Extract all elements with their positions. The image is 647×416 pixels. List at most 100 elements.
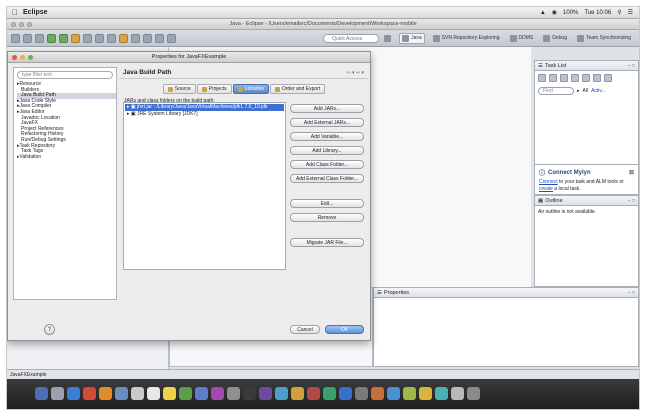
new-java-project-icon[interactable] (83, 33, 92, 43)
view-minimize-maximize-icon[interactable]: – □ (628, 288, 638, 298)
firefox-icon[interactable] (99, 386, 112, 400)
expand-arrow-icon[interactable]: ▸ (577, 88, 580, 94)
minimize-window-icon[interactable] (19, 22, 24, 27)
spotlight-icon[interactable]: ⚲ (617, 9, 621, 16)
vlc-icon[interactable] (371, 386, 384, 400)
preview-icon[interactable] (291, 386, 304, 400)
notifications-icon[interactable]: ☰ (628, 9, 633, 16)
terminal-icon[interactable] (243, 386, 256, 400)
new-class-icon[interactable] (107, 33, 116, 43)
trash-icon[interactable] (467, 386, 480, 400)
type-filter-input[interactable]: type filter text (17, 71, 113, 79)
wifi-icon[interactable]: ◉ (552, 9, 557, 16)
skype-icon[interactable] (339, 386, 352, 400)
calendar-icon[interactable] (147, 386, 160, 400)
dialog-close-icon[interactable] (12, 55, 17, 60)
notes-icon[interactable] (163, 386, 176, 400)
app-menu-eclipse[interactable]: Eclipse (23, 9, 48, 16)
perspective-debug[interactable]: Debug (541, 34, 569, 43)
outline-tab[interactable]: ▦ Outline – □ (535, 196, 638, 206)
android-sdk-icon[interactable] (403, 386, 416, 400)
forward-icon[interactable] (167, 33, 176, 43)
property-page-item[interactable]: ▸Validation (17, 154, 116, 161)
edit-button[interactable]: Edit... (290, 199, 364, 208)
remove-button[interactable]: Remove (290, 213, 364, 222)
itunes-icon[interactable] (211, 386, 224, 400)
perspective-svn[interactable]: SVN Repository Exploring (431, 34, 502, 43)
next-annotation-icon[interactable] (143, 33, 152, 43)
safari-icon[interactable] (67, 386, 80, 400)
ok-button[interactable]: OK (325, 325, 364, 334)
view-minimize-maximize-icon[interactable]: – □ (628, 196, 638, 206)
perspective-ddms[interactable]: DDMS (508, 34, 536, 43)
finder-icon[interactable] (35, 386, 48, 400)
view-minimize-maximize-icon[interactable]: – □ (628, 61, 638, 71)
run-icon[interactable] (59, 33, 68, 43)
dropbox-icon[interactable]: ▲ (540, 10, 546, 16)
new-package-icon[interactable] (95, 33, 104, 43)
tab-projects[interactable]: Projects (196, 84, 232, 94)
apple-icon[interactable]:  (7, 8, 23, 17)
task-filter-all[interactable]: All (583, 88, 589, 94)
add-jars-button[interactable]: Add JARs... (290, 104, 364, 113)
dialog-minimize-icon[interactable] (20, 55, 25, 60)
open-perspective-button[interactable] (382, 34, 393, 43)
photo-booth-icon[interactable] (307, 386, 320, 400)
connect-link[interactable]: Connect (539, 179, 558, 185)
library-item-jre[interactable]: ▸ ▣ JRE System Library [JDK7] (125, 111, 284, 118)
close-icon[interactable]: ⊠ (629, 169, 634, 176)
categorized-icon[interactable] (560, 74, 568, 82)
contacts-icon[interactable] (131, 386, 144, 400)
tab-source[interactable]: Source (162, 84, 196, 94)
link-with-editor-icon[interactable] (604, 74, 612, 82)
xcode-icon[interactable] (275, 386, 288, 400)
new-task-icon[interactable] (538, 74, 546, 82)
add-class-folder-button[interactable]: Add Class Folder... (290, 160, 364, 169)
save-icon[interactable] (23, 33, 32, 43)
system-preferences-icon[interactable] (355, 386, 368, 400)
task-activate-link[interactable]: Activ... (591, 88, 606, 94)
migrate-jar-button[interactable]: Migrate JAR File... (290, 238, 364, 247)
external-tools-icon[interactable] (71, 33, 80, 43)
perspective-team-sync[interactable]: Team Synchronizing (575, 34, 633, 43)
create-local-task-link[interactable]: create (539, 186, 553, 192)
mail-icon[interactable] (115, 386, 128, 400)
tweetdeck-icon[interactable] (435, 386, 448, 400)
zoom-window-icon[interactable] (27, 22, 32, 27)
task-find-input[interactable]: Find (538, 87, 574, 95)
eclipse-dock-icon[interactable] (259, 386, 272, 400)
messages-icon[interactable] (179, 386, 192, 400)
add-external-class-folder-button[interactable]: Add External Class Folder... (290, 174, 364, 183)
tab-order-and-export[interactable]: Order and Export (269, 84, 326, 94)
print-icon[interactable] (35, 33, 44, 43)
hide-completed-icon[interactable] (582, 74, 590, 82)
properties-tab[interactable]: ☰ Properties – □ (374, 288, 638, 298)
search-icon[interactable] (131, 33, 140, 43)
clock[interactable]: Tue 10:06 (584, 10, 611, 16)
cancel-button[interactable]: Cancel (290, 325, 320, 334)
downloads-stack-icon[interactable] (451, 386, 464, 400)
dialog-zoom-icon[interactable] (28, 55, 33, 60)
add-external-jars-button[interactable]: Add External JARs... (290, 118, 364, 127)
chrome-icon[interactable] (83, 386, 96, 400)
evernote-icon[interactable] (323, 386, 336, 400)
add-variable-button[interactable]: Add Variable... (290, 132, 364, 141)
new-icon[interactable] (11, 33, 20, 43)
filezilla-icon[interactable] (419, 386, 432, 400)
launchpad-icon[interactable] (51, 386, 64, 400)
scheduled-icon[interactable] (571, 74, 579, 82)
add-library-button[interactable]: Add Library... (290, 146, 364, 155)
quick-access-input[interactable]: Quick Access (323, 33, 380, 43)
tab-libraries[interactable]: Libraries (232, 84, 269, 94)
perspective-java[interactable]: Java (399, 32, 425, 44)
back-icon[interactable] (155, 33, 164, 43)
battery-percent[interactable]: 100% (563, 10, 578, 16)
dropbox-dock-icon[interactable] (387, 386, 400, 400)
back-forward-nav-icon[interactable]: ⇦ ▾ ⇨ ▾ (346, 70, 368, 76)
library-item-jfxrt[interactable]: ▸ ▣ jfxrt.jar - /Library/Java/JavaVirtua… (125, 104, 284, 111)
open-type-icon[interactable] (119, 33, 128, 43)
close-window-icon[interactable] (11, 22, 16, 27)
collapse-all-icon[interactable] (593, 74, 601, 82)
task-list-tab[interactable]: ☰ Task List – □ (535, 61, 638, 71)
debug-icon[interactable] (47, 33, 56, 43)
